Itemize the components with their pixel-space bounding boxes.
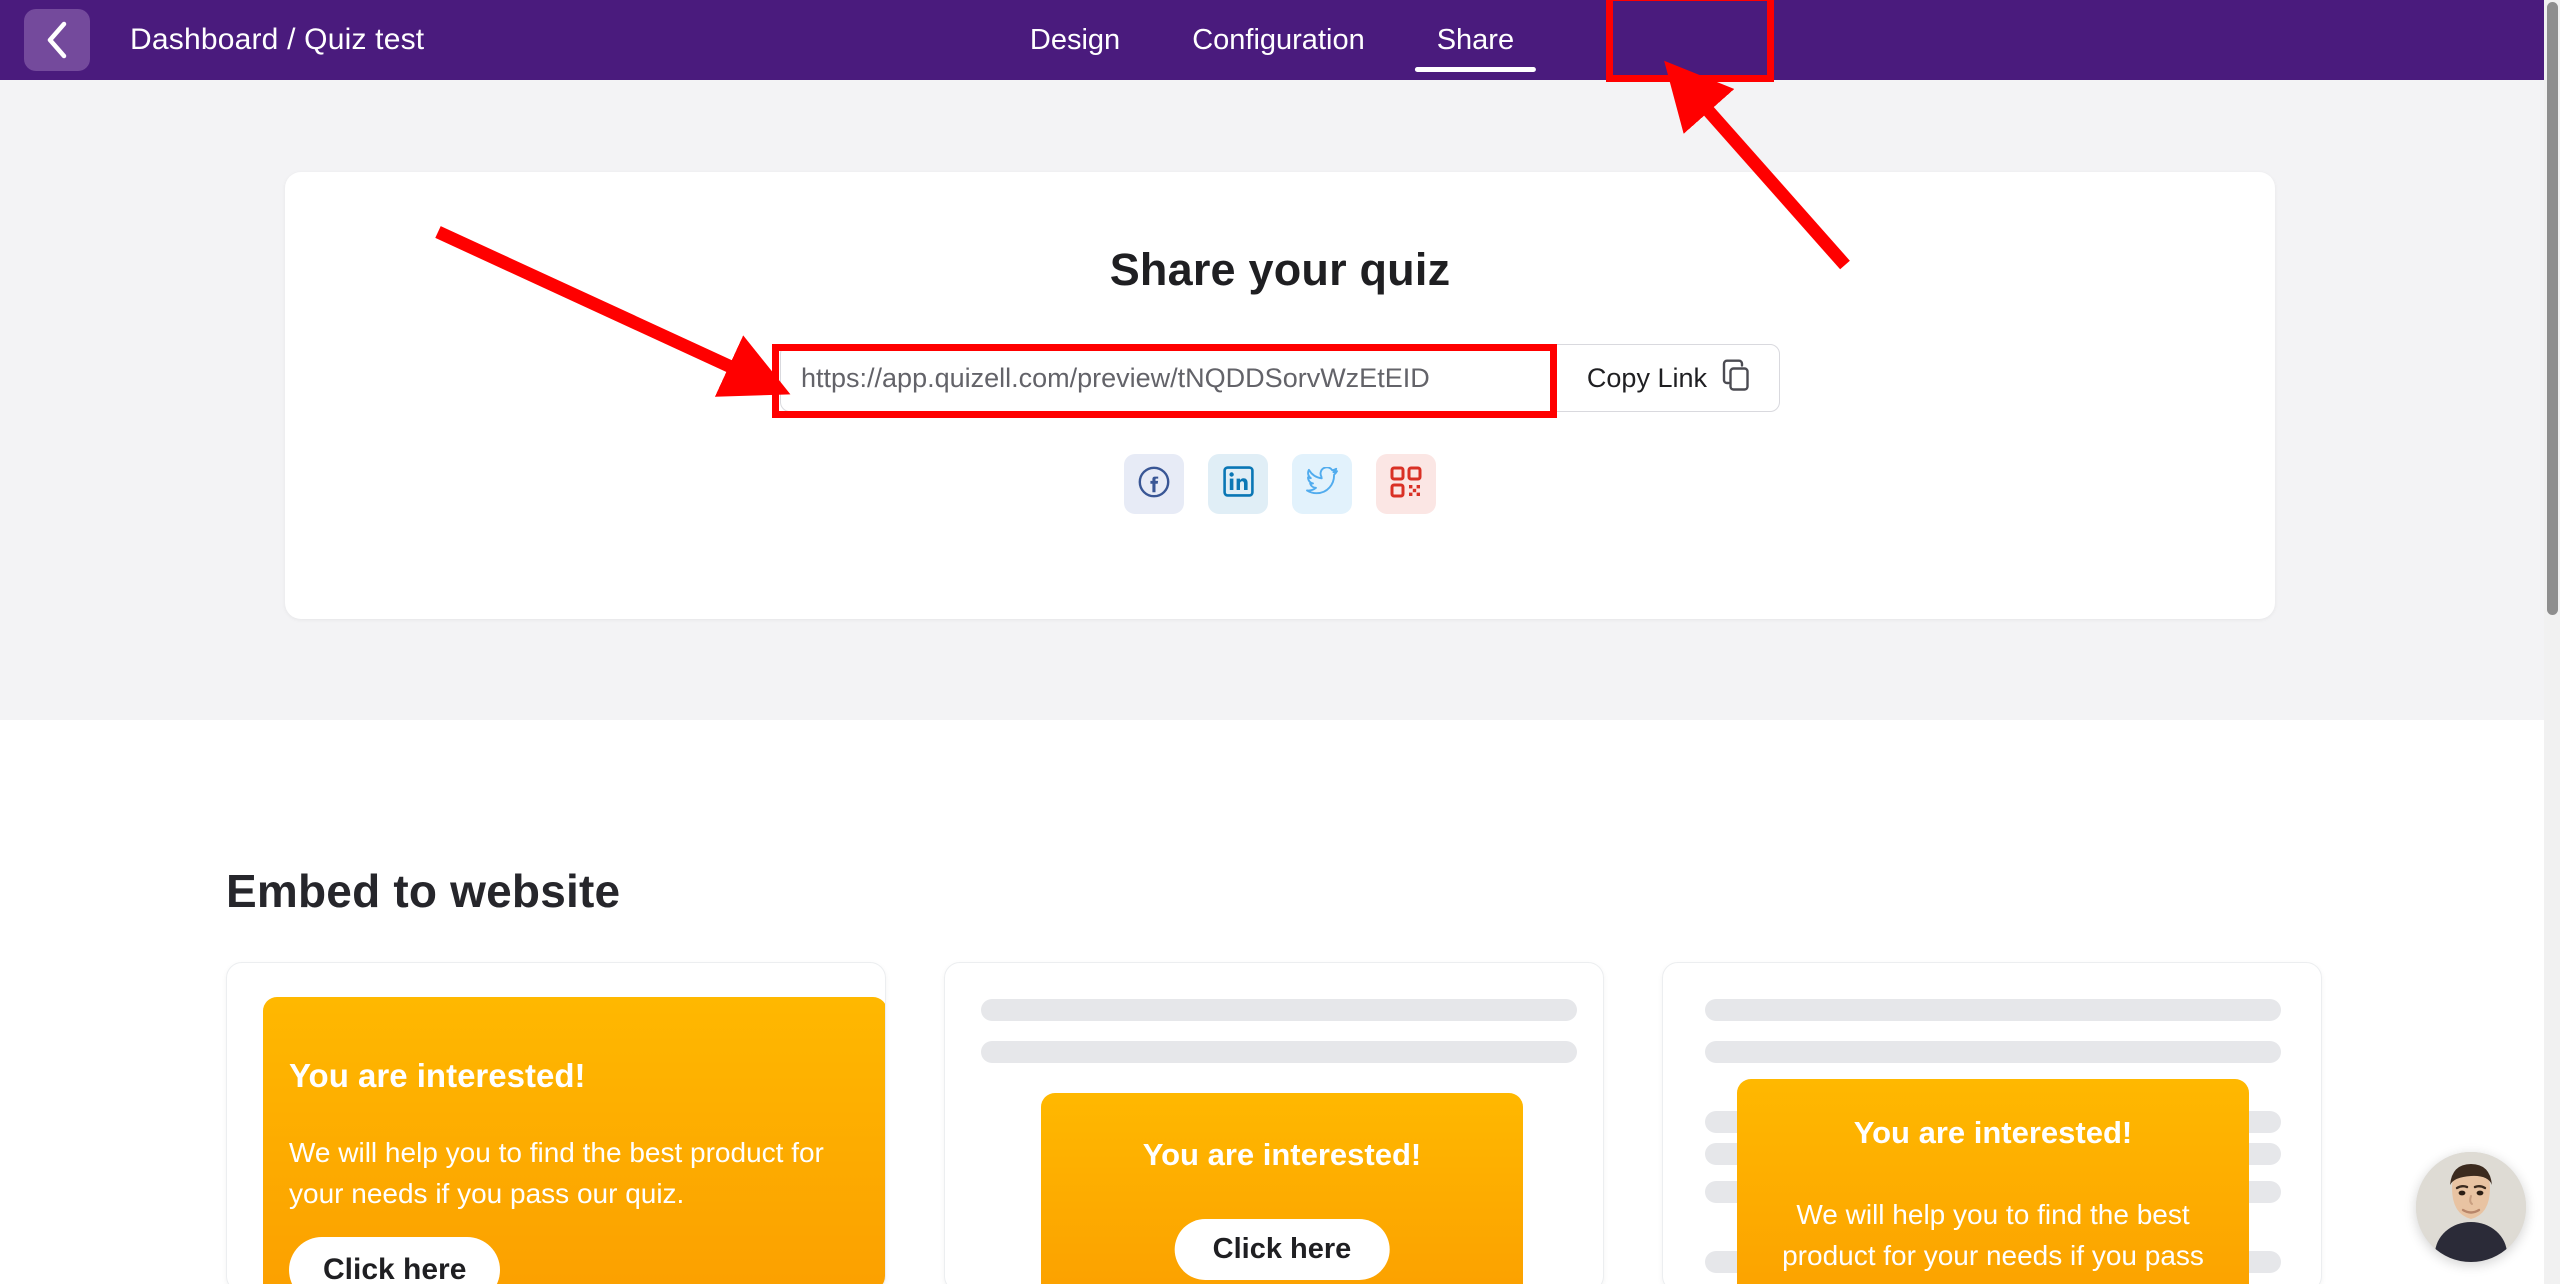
share-panel-title: Share your quiz [1109, 244, 1451, 295]
support-chat-avatar[interactable] [2416, 1152, 2526, 1262]
embed-section-title: Embed to website [226, 865, 621, 917]
promo-block: You are interested! We will help you to … [1737, 1079, 2249, 1284]
nav-tab-list: Design Configuration Share [994, 0, 1550, 80]
embed-card-fullwidth[interactable]: You are interested! We will help you to … [226, 962, 886, 1284]
share-link-row: Copy Link [780, 344, 1780, 412]
promo-heading: You are interested! [289, 1057, 586, 1094]
promo-body: We will help you to find the best produc… [289, 1137, 824, 1209]
promo-body: We will help you to find the best produc… [1782, 1199, 2204, 1284]
chevron-left-icon [44, 20, 70, 60]
promo-heading: You are interested! [1853, 1115, 2133, 1150]
copy-link-label: Copy Link [1586, 362, 1707, 393]
twitter-icon [1305, 465, 1339, 502]
facebook-icon [1137, 465, 1171, 504]
promo-cta-button[interactable]: Click here [289, 1237, 501, 1284]
top-navigation-bar: Dashboard / Quiz test Design Configurati… [0, 0, 2544, 80]
share-link-input[interactable] [781, 345, 1577, 411]
tab-share[interactable]: Share [1401, 0, 1550, 80]
breadcrumb: Dashboard / Quiz test [130, 23, 425, 56]
qr-code-button[interactable] [1376, 454, 1436, 514]
linkedin-icon [1222, 465, 1255, 503]
embed-card-popup[interactable]: You are interested! We will help you to … [1662, 962, 2322, 1284]
facebook-share-button[interactable] [1124, 454, 1184, 514]
share-panel: Share your quiz Copy Link [285, 172, 2275, 619]
back-button[interactable] [24, 9, 90, 71]
promo-block: You are interested! We will help you to … [263, 997, 885, 1284]
tab-configuration[interactable]: Configuration [1156, 0, 1401, 80]
promo-block: You are interested! Click here [1041, 1093, 1523, 1284]
embed-card-inline[interactable]: You are interested! Click here [944, 962, 1604, 1284]
skeleton-line [1705, 1041, 2281, 1063]
tab-design[interactable]: Design [994, 0, 1156, 80]
copy-link-button[interactable]: Copy Link [1577, 345, 1779, 411]
qr-code-icon [1390, 466, 1422, 503]
skeleton-line [1705, 999, 2281, 1021]
promo-cta-button[interactable]: Click here [1174, 1219, 1390, 1280]
skeleton-line [981, 999, 1577, 1021]
social-share-buttons [285, 454, 2275, 514]
copy-icon [1721, 359, 1751, 398]
embed-card-grid: You are interested! We will help you to … [226, 962, 2324, 1284]
promo-heading: You are interested! [1142, 1137, 1422, 1172]
linkedin-share-button[interactable] [1208, 454, 1268, 514]
app-root: Dashboard / Quiz test Design Configurati… [0, 0, 2560, 1284]
twitter-share-button[interactable] [1292, 454, 1352, 514]
page-scrollbar-thumb[interactable] [2547, 2, 2558, 615]
skeleton-line [981, 1041, 1577, 1063]
